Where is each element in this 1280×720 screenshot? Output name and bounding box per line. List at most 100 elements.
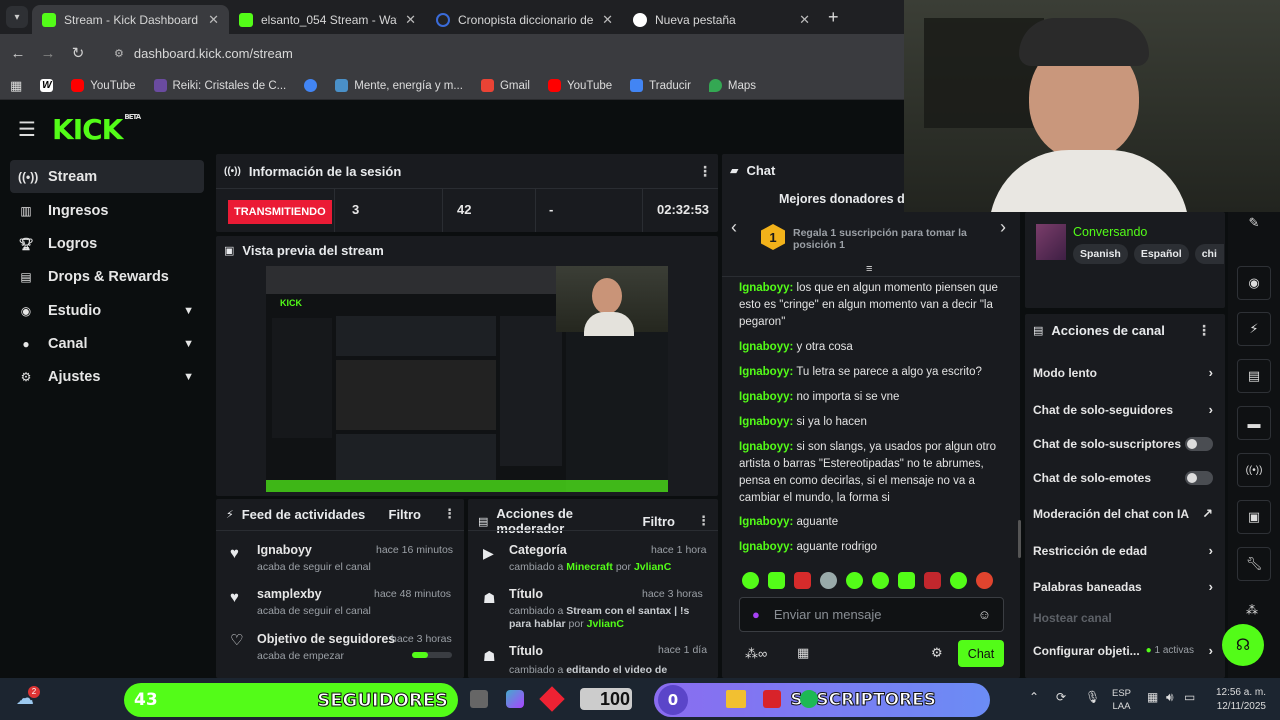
emote-icon[interactable] [950,572,967,589]
bookmark-mente[interactable]: Mente, energía y m... [335,79,463,92]
emote-icon[interactable] [924,572,941,589]
chevron-right-icon: › [1208,402,1213,417]
apps-icon[interactable]: ▦ [10,78,22,94]
emote-icon[interactable] [898,572,915,589]
more-options-icon[interactable]: ⋮ [697,513,710,529]
kick-logo[interactable]: KICK BETA [52,113,141,146]
support-headset-icon[interactable]: ☊ [1222,624,1264,666]
more-options-icon[interactable]: ⋮ [698,163,712,180]
emote-icon[interactable] [846,572,863,589]
tag-chip[interactable]: Español [1133,244,1189,264]
feed-filter-button[interactable]: Filtro [389,507,422,522]
emote-icon[interactable] [794,572,811,589]
feed-item-name[interactable]: Ignaboyy [257,543,312,557]
emote-icon[interactable] [872,572,889,589]
volume-icon[interactable]: 🔊︎ [1166,690,1174,705]
bookmark-gmail[interactable]: Gmail [480,79,530,92]
action-solo-seguidores[interactable]: Chat de solo-seguidores › [1033,402,1213,417]
spotify-icon[interactable] [800,690,818,708]
action-hostear-canal[interactable]: Hostear canal [1033,611,1213,625]
url-field[interactable]: ⚙ dashboard.kick.com/stream [114,46,293,61]
close-tab-icon[interactable]: ✕ [602,12,613,28]
chevron-up-icon[interactable]: ⌃ [1029,690,1039,704]
camera-icon[interactable]: ◉ [1237,266,1271,300]
action-configurar-objetivos[interactable]: Configurar objeti... ● 1 activas › [1033,643,1213,658]
sidebar-item-ingresos[interactable]: ▥ Ingresos [10,194,204,227]
back-icon[interactable]: ← [10,45,26,62]
reload-icon[interactable]: ↻ [70,44,86,62]
layout-icon[interactable]: ▣ [1237,500,1271,534]
wrench-icon[interactable]: 🔧︎ [1237,547,1271,581]
close-tab-icon[interactable]: ✕ [405,12,416,28]
taskbar-app-icon[interactable] [470,690,488,708]
language-indicator[interactable]: ESP LAA [1112,687,1131,713]
solo-emotes-toggle[interactable] [1185,471,1213,485]
chat-bubble-icon[interactable]: ▬ [1237,406,1271,440]
emoji-icon[interactable]: ☺ [978,607,991,622]
sidebar-item-canal[interactable]: ● Canal ▼ [10,327,204,360]
tab-cronopista[interactable]: Cronopista diccionario de rimas ✕ [426,5,623,34]
lightning-icon[interactable]: ⚡︎ [1237,312,1271,346]
tab-search-button[interactable]: ▾ [6,6,28,28]
sidebar-item-estudio[interactable]: ◉ Estudio ▼ [10,294,204,327]
sidebar-item-logros[interactable]: 🏆︎ Logros [10,227,204,260]
chat-scrollbar[interactable] [1018,520,1021,558]
file-explorer-icon[interactable] [726,690,746,708]
tag-chip[interactable]: chi [1194,244,1224,264]
battery-icon[interactable]: ▭ [1184,690,1195,704]
tab-nueva-pestana[interactable]: Nueva pestaña ✕ [623,5,820,34]
site-info-icon[interactable]: ⚙ [114,47,124,60]
stream-preview-video[interactable]: KICK [266,266,668,492]
new-tab-icon[interactable]: + [828,7,839,28]
pin-icon[interactable]: ≡ [866,263,872,275]
sync-icon[interactable]: ⟳ [1056,690,1066,704]
bookmark-reiki[interactable]: Reiki: Cristales de C... [153,79,286,92]
store-icon[interactable]: ▦ [797,645,809,661]
network-icon[interactable]: ▦ [1147,690,1158,704]
emote-icon[interactable] [768,572,785,589]
sidebar-item-ajustes[interactable]: ⚙ Ajustes ▼ [10,360,204,393]
forward-icon[interactable]: → [40,45,56,62]
tab-elsanto-stream[interactable]: elsanto_054 Stream - Watch Liv ✕ [229,5,426,34]
emote-icon[interactable] [742,572,759,589]
bookmark-youtube-2[interactable]: YouTube [547,79,612,92]
broadcast-icon[interactable]: ((•)) [1237,453,1271,487]
bookmark-w[interactable]: W [40,79,54,92]
action-palabras-baneadas[interactable]: Palabras baneadas › [1033,579,1213,594]
more-options-icon[interactable]: ⋮ [443,506,456,522]
bookmark-youtube-1[interactable]: YouTube [71,79,136,92]
action-moderacion-ia[interactable]: Moderación del chat con IA ↗ [1033,506,1213,522]
clock[interactable]: 12:56 a. m. 12/11/2025 [1206,686,1266,714]
emote-icon[interactable] [820,572,837,589]
bookmark-traducir[interactable]: Traducir [630,79,691,92]
microphone-icon[interactable]: 🎙︎ [1085,690,1100,704]
feed-item-name[interactable]: Objetivo de seguidores [257,632,395,646]
bookmark-google[interactable] [304,79,318,92]
mod-filter-button[interactable]: Filtro [643,514,676,529]
action-restriccion-edad[interactable]: Restricción de edad › [1033,543,1213,558]
copilot-icon[interactable] [506,690,524,708]
sidebar-item-stream[interactable]: ((•)) Stream [10,160,204,193]
community-icon[interactable]: ⁂ [1246,603,1258,617]
emote-icon[interactable] [976,572,993,589]
tag-chip[interactable]: Spanish [1073,244,1128,264]
tab-kick-dashboard[interactable]: Stream - Kick Dashboard ✕ [32,5,229,34]
notes-icon[interactable]: ▤ [1237,359,1271,393]
chevron-right-icon[interactable]: › [1000,217,1006,238]
microphone-icon[interactable]: ● [752,607,760,622]
chat-settings-icon[interactable]: ⚙ [931,645,943,661]
bookmark-maps[interactable]: Maps [708,79,756,92]
menu-icon[interactable]: ☰ [18,117,36,142]
close-tab-icon[interactable]: ✕ [208,12,219,28]
action-modo-lento[interactable]: Modo lento › [1033,365,1213,380]
more-options-icon[interactable]: ⋮ [1197,322,1211,339]
community-icon[interactable]: ⁂∞ [745,646,767,662]
feed-item-name[interactable]: samplexby [257,587,322,601]
solo-suscriptores-toggle[interactable] [1185,437,1213,451]
chat-input[interactable]: ● Enviar un mensaje ☺ [739,597,1004,632]
close-tab-icon[interactable]: ✕ [799,12,810,28]
taskbar-app-icon[interactable] [763,690,781,708]
sidebar-item-drops[interactable]: ▤ Drops & Rewards [10,260,204,293]
chevron-left-icon[interactable]: ‹ [731,217,737,238]
send-chat-button[interactable]: Chat [958,640,1004,667]
